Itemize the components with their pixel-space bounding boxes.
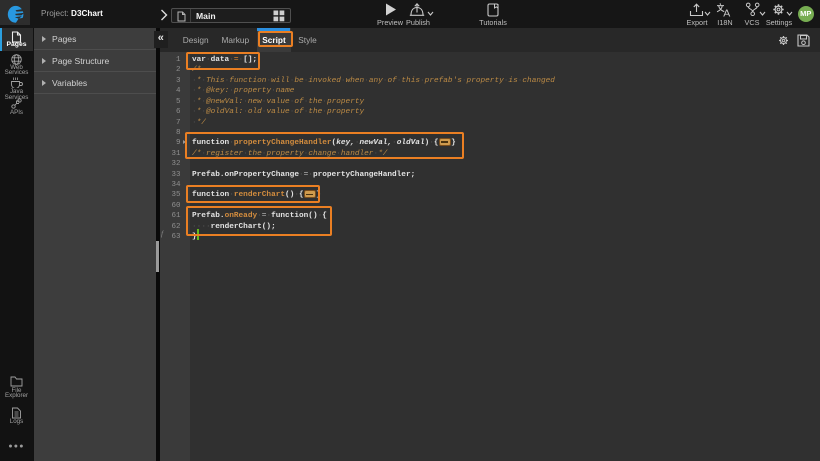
svg-text:A: A	[723, 7, 730, 17]
